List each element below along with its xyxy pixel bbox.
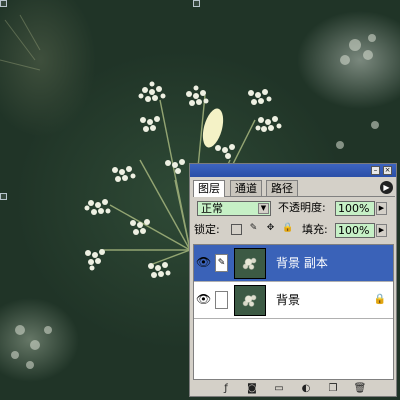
panel-titlebar[interactable]: – ×	[190, 164, 396, 177]
visibility-eye-icon[interactable]: 👁	[196, 291, 211, 308]
panel-menu-icon[interactable]: ▶	[380, 181, 393, 194]
selection-handle	[0, 0, 7, 7]
lock-label: 锁定:	[194, 223, 220, 236]
lock-fill-row: 锁定: ✎ ✥ 🔒 填充: 100% ▶	[194, 222, 394, 240]
blend-mode-select[interactable]: 正常 ▼	[197, 201, 271, 216]
chevron-down-icon[interactable]: ▼	[258, 203, 269, 214]
blend-mode-value: 正常	[201, 202, 223, 215]
layer-name: 背景	[276, 293, 301, 307]
layer-style-icon[interactable]: ƒ	[219, 382, 233, 395]
visibility-eye-icon[interactable]: 👁	[196, 254, 211, 271]
opacity-label: 不透明度:	[278, 201, 326, 214]
selection-handle	[193, 0, 200, 7]
layers-panel: – × 图层 通道 路径 ▶ 正常 ▼ 不透明度: 100% ▶ 锁定: ✎ ✥…	[189, 163, 397, 397]
minimize-button[interactable]: –	[371, 166, 380, 175]
fill-input[interactable]: 100%	[335, 223, 375, 238]
close-button[interactable]: ×	[383, 166, 392, 175]
layer-row-background-copy[interactable]: 👁 ✎ 背景 副本	[194, 245, 393, 282]
selection-handle	[0, 193, 7, 200]
lock-all-icon[interactable]: 🔒	[282, 224, 293, 235]
lock-image-brush-icon[interactable]: ✎	[248, 224, 259, 235]
delete-layer-trash-icon[interactable]: 🗑	[353, 382, 367, 395]
panel-bottom-toolbar: ƒ ◙ ▭ ◐ ❐ 🗑	[193, 382, 394, 396]
opacity-input[interactable]: 100%	[335, 201, 375, 216]
paintbrush-icon[interactable]: ✎	[215, 254, 228, 272]
fill-label: 填充:	[302, 223, 328, 236]
layer-thumbnail	[234, 285, 266, 316]
tab-channels[interactable]: 通道	[230, 180, 262, 196]
add-mask-icon[interactable]: ◙	[245, 382, 259, 395]
lock-transparency-icon[interactable]	[231, 224, 242, 235]
fill-slider-arrow-icon[interactable]: ▶	[376, 224, 387, 237]
layers-list: 👁 ✎ 背景 副本 👁 背景 🔒	[193, 244, 394, 380]
lock-position-move-icon[interactable]: ✥	[265, 224, 276, 235]
tab-paths[interactable]: 路径	[266, 180, 298, 196]
new-layer-icon[interactable]: ❐	[326, 382, 340, 395]
adjustment-layer-icon[interactable]: ◐	[299, 382, 313, 395]
blend-opacity-row: 正常 ▼ 不透明度: 100% ▶	[194, 200, 394, 218]
layer-thumbnail	[234, 248, 266, 279]
opacity-slider-arrow-icon[interactable]: ▶	[376, 202, 387, 215]
new-group-folder-icon[interactable]: ▭	[272, 382, 286, 395]
lock-icon: 🔒	[373, 294, 386, 305]
link-box[interactable]	[215, 291, 228, 309]
tab-layers[interactable]: 图层	[193, 180, 225, 197]
layer-row-background[interactable]: 👁 背景 🔒	[194, 282, 393, 319]
panel-tabs: 图层 通道 路径 ▶	[193, 180, 395, 197]
layer-name: 背景 副本	[276, 256, 328, 270]
